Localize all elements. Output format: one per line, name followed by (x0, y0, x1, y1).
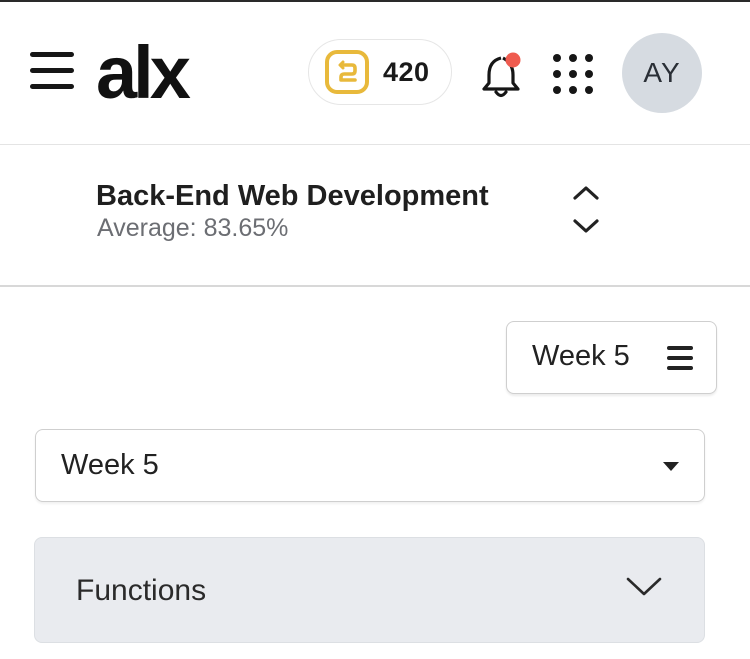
section-title: Functions (76, 574, 207, 607)
chevron-down-icon (626, 577, 662, 596)
points-value: 420 (383, 57, 430, 87)
alx-logo[interactable]: alx (96, 38, 211, 108)
section-accordion-functions[interactable]: Functions (34, 537, 705, 643)
top-header: alx 420 AY (0, 2, 750, 145)
coin-icon (325, 50, 369, 94)
notification-dot (505, 52, 521, 68)
user-avatar[interactable]: AY (622, 33, 702, 113)
points-badge[interactable]: 420 (308, 39, 452, 105)
average-label: Average: (97, 214, 197, 242)
caret-down-icon (663, 462, 679, 471)
list-icon (667, 346, 693, 370)
average-value: 83.65% (203, 214, 289, 242)
week-button-label: Week 5 (532, 340, 630, 372)
week-menu-button[interactable]: Week 5 (506, 321, 717, 394)
week-select-value: Week 5 (61, 449, 159, 481)
chevron-up-icon (573, 186, 599, 200)
hamburger-menu-icon[interactable] (30, 52, 76, 90)
chevron-down-icon (573, 219, 599, 233)
bell-icon[interactable] (480, 50, 528, 100)
week-select[interactable]: Week 5 (35, 429, 705, 502)
course-selector: Back-End Web Development Average: 83.65% (0, 145, 750, 287)
apps-grid-icon[interactable] (553, 54, 595, 96)
course-title: Back-End Web Development (96, 180, 489, 212)
course-average: Average: 83.65% (97, 214, 288, 243)
svg-text:alx: alx (96, 38, 191, 108)
course-switch-button[interactable] (568, 183, 604, 239)
